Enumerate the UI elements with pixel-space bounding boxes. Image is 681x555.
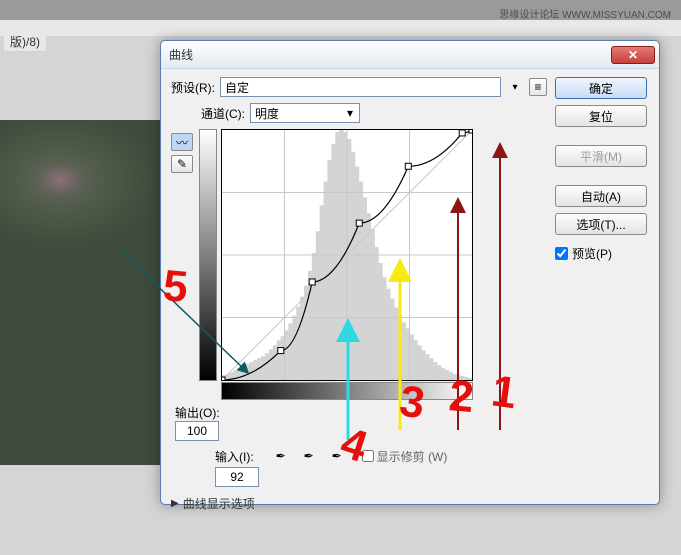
input-label: 输入(I): — [215, 448, 254, 465]
curves-graph[interactable] — [221, 129, 473, 381]
watermark-text: 思缘设计论坛 WWW.MISSYUAN.COM — [499, 6, 671, 21]
preview-wrap[interactable]: 预览(P) — [555, 245, 647, 262]
disclosure-label: 曲线显示选项 — [183, 495, 255, 512]
input-gradient — [221, 382, 473, 400]
dropdown-icon[interactable]: ▾ — [347, 106, 353, 120]
black-point-dropper[interactable]: ✒ — [270, 445, 292, 467]
auto-button[interactable]: 自动(A) — [555, 185, 647, 207]
eyedropper-icon: ✒ — [276, 449, 286, 463]
channel-row: 通道(C): ▾ — [171, 103, 547, 123]
curve-icon: 〰 — [176, 134, 188, 151]
eyedropper-icon: ✒ — [304, 449, 314, 463]
pencil-icon: ✎ — [177, 157, 187, 171]
channel-label: 通道(C): — [201, 105, 245, 122]
preset-row: 预设(R): ▾ ≡ — [171, 77, 547, 97]
preset-menu-button[interactable]: ≡ — [529, 78, 547, 96]
show-clipping-wrap[interactable]: 显示修剪 (W) — [362, 448, 448, 465]
pencil-tool[interactable]: ✎ — [171, 155, 193, 173]
smooth-button[interactable]: 平滑(M) — [555, 145, 647, 167]
gray-point-dropper[interactable]: ✒ — [298, 445, 320, 467]
preview-checkbox[interactable] — [555, 247, 568, 260]
output-label: 输出(O): — [175, 404, 220, 421]
input-field[interactable] — [215, 467, 259, 487]
output-gradient — [199, 129, 217, 381]
options-button[interactable]: 选项(T)... — [555, 213, 647, 235]
dialog-title: 曲线 — [169, 46, 611, 63]
dropdown-icon[interactable]: ▾ — [506, 78, 524, 96]
channel-combo[interactable] — [250, 103, 360, 123]
document-tab[interactable]: 版)/8) — [4, 32, 46, 51]
show-clipping-checkbox[interactable] — [362, 450, 374, 462]
preview-label: 预览(P) — [572, 245, 612, 262]
white-point-dropper[interactable]: ✒ — [326, 445, 348, 467]
photo-preview — [0, 120, 185, 465]
disclosure-triangle-icon: ▶ — [171, 498, 179, 509]
close-icon: ✕ — [628, 48, 638, 62]
show-clipping-label: 显示修剪 (W) — [377, 448, 448, 465]
curves-dialog: 曲线 ✕ 预设(R): ▾ ≡ 通道(C): ▾ — [160, 40, 660, 505]
titlebar[interactable]: 曲线 ✕ — [161, 41, 659, 69]
preset-combo[interactable] — [220, 77, 501, 97]
close-button[interactable]: ✕ — [611, 46, 655, 64]
eyedropper-icon: ✒ — [332, 449, 342, 463]
output-field[interactable] — [175, 421, 219, 441]
menu-icon: ≡ — [534, 80, 541, 94]
preset-label: 预设(R): — [171, 79, 215, 96]
ok-button[interactable]: 确定 — [555, 77, 647, 99]
cancel-button[interactable]: 复位 — [555, 105, 647, 127]
curve-display-options-toggle[interactable]: ▶ 曲线显示选项 — [171, 495, 547, 512]
curve-point-tool[interactable]: 〰 — [171, 133, 193, 151]
